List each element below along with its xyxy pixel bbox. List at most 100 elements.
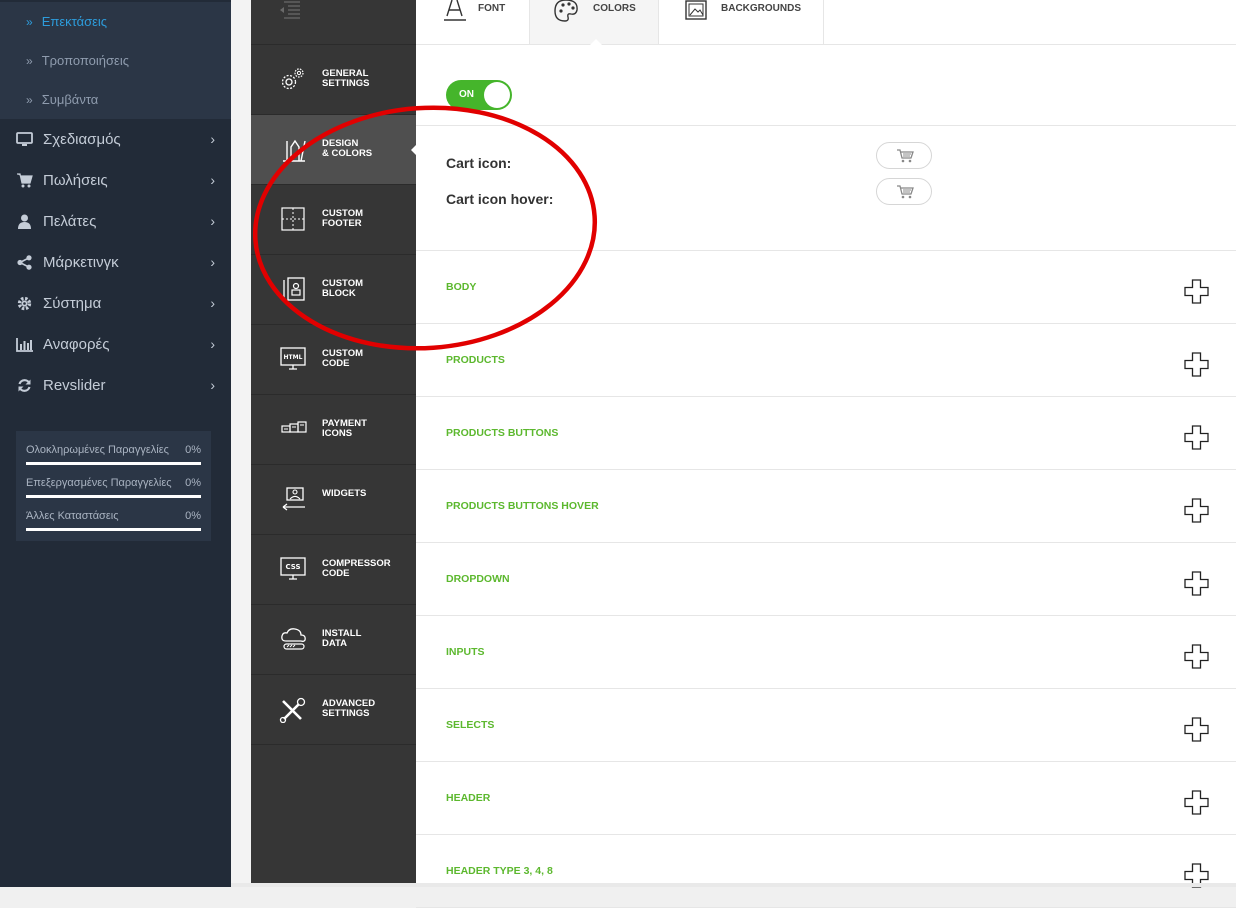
sidebar-item-label: Πελάτες	[43, 213, 97, 230]
section-body[interactable]: BODY	[416, 251, 1236, 324]
sidebar-subitem-label: Επεκτάσεις	[41, 14, 108, 29]
plus-icon[interactable]	[1184, 498, 1209, 523]
plus-icon[interactable]	[1184, 790, 1209, 815]
status-toggle[interactable]: ON	[446, 80, 512, 110]
sidebar-subitem-label: Συμβάντα	[41, 92, 99, 107]
sidebar-item-label: Revslider	[43, 377, 106, 394]
section-selects[interactable]: SELECTS	[416, 689, 1236, 762]
menu-item-custom-code[interactable]: HTML Custom Code	[251, 325, 416, 395]
refresh-icon	[16, 377, 33, 394]
menu-item-install-data[interactable]: Install Data	[251, 605, 416, 675]
section-dropdown[interactable]: DROPDOWN	[416, 543, 1236, 616]
plus-icon[interactable]	[1184, 717, 1209, 742]
menu-item-design-colors[interactable]: Design & Colors	[251, 115, 417, 185]
widget-icon	[279, 487, 309, 513]
tools-icon	[279, 697, 309, 724]
sidebar-subitem-modifications[interactable]: » Τροποποιήσεις	[0, 41, 231, 80]
sidebar-item-customers[interactable]: Πελάτες ›	[0, 201, 231, 242]
sidebar-subitem-events[interactable]: » Συμβάντα	[0, 80, 231, 119]
tab-label: Font	[478, 3, 506, 14]
sidebar-item-marketing[interactable]: Μάρκετινγκ ›	[0, 242, 231, 283]
menu-item-custom-footer[interactable]: Custom Footer	[251, 185, 416, 255]
toggle-label: ON	[459, 89, 474, 100]
section-title: HEADER TYPE 3, 4, 8	[446, 865, 553, 877]
stat-value: 0%	[185, 444, 201, 456]
section-products[interactable]: PRODUCTS	[416, 324, 1236, 397]
tab-colors[interactable]: Colors	[530, 0, 659, 45]
section-divider	[416, 125, 1236, 126]
chevron-right-icon: ›	[210, 131, 215, 147]
sidebar-subitem-label: Τροποποιήσεις	[41, 53, 130, 68]
section-header-type[interactable]: HEADER TYPE 3, 4, 8	[416, 835, 1236, 908]
block-icon	[279, 277, 309, 303]
plus-icon[interactable]	[1184, 279, 1209, 304]
sidebar-subitem-extensions[interactable]: » Επεκτάσεις	[0, 2, 231, 41]
stat-value: 0%	[185, 477, 201, 489]
tab-backgrounds[interactable]: Backgrounds	[659, 0, 824, 44]
horizontal-scrollbar[interactable]	[231, 883, 1236, 887]
sidebar-item-revslider[interactable]: Revslider ›	[0, 365, 231, 406]
plus-icon[interactable]	[1184, 644, 1209, 669]
sidebar-item-sales[interactable]: Πωλήσεις ›	[0, 160, 231, 201]
stat-completed-orders: Ολοκληρωμένες Παραγγελίες 0%	[26, 444, 201, 465]
stat-progress-bar	[26, 528, 201, 531]
sidebar-item-label: Μάρκετινγκ	[43, 254, 119, 271]
chevron-right-icon: ›	[210, 377, 215, 393]
font-icon	[442, 0, 468, 22]
section-products-buttons-hover[interactable]: PRODUCTS BUTTONS HOVER	[416, 470, 1236, 543]
section-title: SELECTS	[446, 719, 495, 731]
toggle-knob	[484, 82, 510, 108]
cart-icon	[16, 172, 33, 189]
chevron-right-icon: ›	[210, 295, 215, 311]
sidebar-item-label: Αναφορές	[43, 336, 110, 353]
menu-item-general-settings[interactable]: General Settings	[251, 45, 416, 115]
stat-processing-orders: Επεξεργασμένες Παραγγελίες 0%	[26, 477, 201, 498]
css-monitor-icon: CSS	[279, 557, 309, 583]
section-inputs[interactable]: INPUTS	[416, 616, 1236, 689]
sidebar-item-system[interactable]: Σύστημα ›	[0, 283, 231, 324]
menu-item-label: Compressor Code	[322, 558, 391, 579]
collapse-menu-icon[interactable]	[278, 0, 304, 22]
chevron-right-icon: ›	[210, 336, 215, 352]
gear-icon	[16, 295, 33, 312]
svg-text:CSS: CSS	[285, 563, 300, 571]
stat-other-statuses: Άλλες Καταστάσεις 0%	[26, 510, 201, 531]
module-menu: General Settings Design & Colors Custom …	[251, 0, 417, 883]
stat-progress-bar	[26, 462, 201, 465]
tab-label: Backgrounds	[721, 3, 801, 14]
settings-panel: Font Colors Backgrounds ON Cart icon: Ca…	[416, 0, 1236, 908]
cart-icon-hover-picker-button[interactable]	[876, 178, 932, 205]
menu-item-label: Widgets	[322, 488, 367, 499]
menu-item-payment-icons[interactable]: Payment Icons	[251, 395, 416, 465]
svg-text:HTML: HTML	[284, 354, 303, 361]
active-tab-pointer-icon	[590, 39, 602, 45]
user-icon	[16, 213, 33, 230]
section-products-buttons[interactable]: PRODUCTS BUTTONS	[416, 397, 1236, 470]
sidebar-item-design[interactable]: Σχεδιασμός ›	[0, 119, 231, 160]
stat-progress-bar	[26, 495, 201, 498]
sidebar-item-reports[interactable]: Αναφορές ›	[0, 324, 231, 365]
chevron-right-icon: ›	[210, 213, 215, 229]
section-title: DROPDOWN	[446, 573, 510, 585]
menu-collapse-area	[251, 0, 416, 45]
plus-icon[interactable]	[1184, 425, 1209, 450]
sidebar-item-label: Σχεδιασμός	[43, 131, 121, 148]
section-title: HEADER	[446, 792, 491, 804]
cart-icon-picker-button[interactable]	[876, 142, 932, 169]
double-chevron-icon: »	[26, 53, 33, 68]
admin-sidebar: » Επεκτάσεις » Τροποποιήσεις » Συμβάντα …	[0, 0, 231, 887]
section-title: PRODUCTS	[446, 354, 505, 366]
tab-label: Colors	[593, 3, 636, 14]
section-header[interactable]: HEADER	[416, 762, 1236, 835]
bar-chart-icon	[16, 336, 33, 353]
tab-font[interactable]: Font	[416, 0, 530, 44]
cloud-install-icon	[279, 627, 309, 653]
menu-item-widgets[interactable]: Widgets	[251, 465, 416, 535]
plus-icon[interactable]	[1184, 352, 1209, 377]
stat-label: Επεξεργασμένες Παραγγελίες	[26, 477, 172, 489]
html-monitor-icon: HTML	[279, 347, 309, 373]
menu-item-advanced-settings[interactable]: Advanced Settings	[251, 675, 416, 745]
menu-item-compressor-code[interactable]: CSS Compressor Code	[251, 535, 416, 605]
menu-item-custom-block[interactable]: Custom Block	[251, 255, 416, 325]
plus-icon[interactable]	[1184, 571, 1209, 596]
